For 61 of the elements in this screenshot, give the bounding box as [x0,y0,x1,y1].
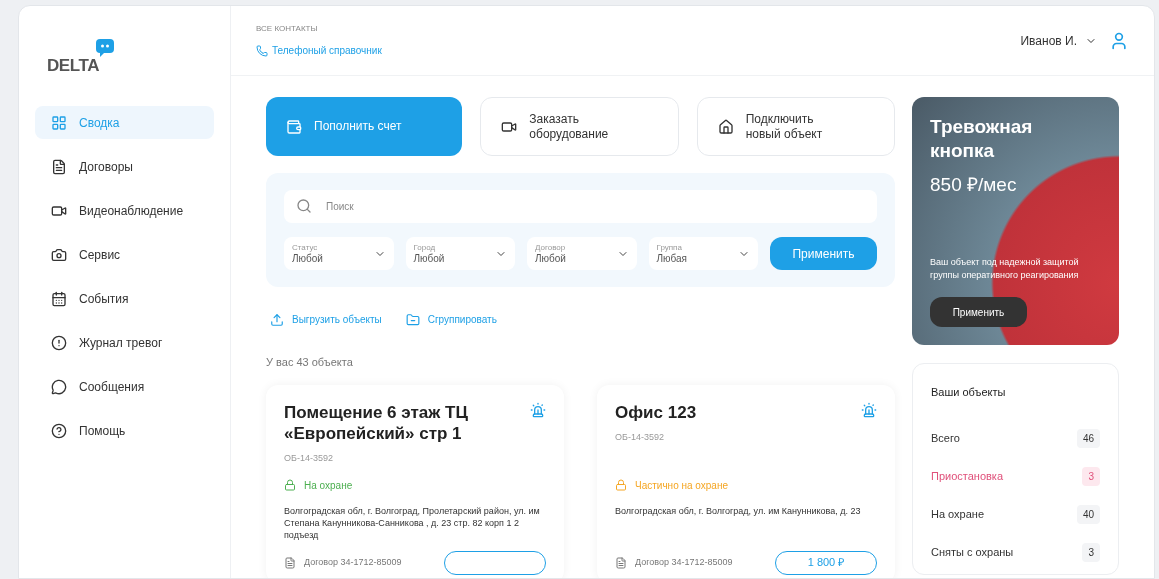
action-card[interactable]: Подключить новый объект [696,97,895,156]
object-title: Офис 123 [615,401,698,423]
document-icon [51,158,67,175]
alert-icon [51,334,67,351]
sidebar-item[interactable]: Сообщения [35,370,214,403]
promo-title: Тревожная кнопка [930,115,1034,163]
promo-price: 850 ₽/мес [930,172,1018,197]
help-icon [51,422,67,439]
chat-bubble-icon [95,38,115,58]
grid-icon [51,114,67,131]
lock-icon [284,479,296,491]
contacts-label: ВСЕ КОНТАКТЫ [256,23,319,35]
search-field[interactable]: Поиск [284,190,877,223]
document-icon [284,556,296,569]
sidebar-item[interactable]: Договоры [35,150,214,183]
camera-icon [51,246,67,263]
document-icon [615,556,627,569]
chat-icon [51,378,67,395]
sidebar-item[interactable]: Сервис [35,238,214,271]
phone-icon [256,44,268,57]
filter-select[interactable]: Группа Любая [648,237,758,270]
filter-select[interactable]: Статус Любой [284,237,394,270]
sidebar-item[interactable]: Журнал тревог [35,326,214,359]
lock-icon [615,479,627,491]
folder-icon [405,312,420,327]
object-status: На охране [284,465,546,493]
contract-label: Договор 34-1712-85009 [615,555,733,570]
sidebar-item[interactable]: Помощь [35,414,214,447]
stat-count: 3 [1082,466,1100,486]
wallet-icon [286,118,302,135]
object-address: Волгоградская обл, г. Волгоград, Пролетарский район, ул. им Степана Канунникова-Санникова , д. 23 стр. 82 корп 1 2 подъезд [284,504,541,543]
action-card[interactable]: Заказать оборудование [480,97,679,156]
promo-button[interactable]: Применить [930,297,1027,327]
object-code: ОБ-14-3592 [284,452,334,465]
house-icon [717,118,734,135]
search-icon [296,198,312,214]
sidebar-item[interactable]: События [35,282,214,315]
user-icon[interactable] [1109,30,1129,51]
calendar-icon [51,290,67,307]
filter-select[interactable]: Договор Любой [527,237,637,270]
objects-count: У вас 43 объекта [266,355,354,370]
object-code: ОБ-14-3592 [615,430,665,444]
siren-icon [861,401,877,418]
object-status: Частично на охране [615,465,877,493]
siren-icon [530,401,546,418]
filter-select[interactable]: Город Любой [405,237,515,270]
object-title: Помещение 6 этаж ТЦ «Европейский» стр 1 [284,401,469,444]
user-menu[interactable]: Иванов И. [1020,31,1097,50]
stats-title: Ваши объекты [931,385,1007,400]
sidebar-item[interactable]: Видеонаблюдение [35,194,214,227]
stat-count: 40 [1076,504,1100,524]
stat-label: Сняты с охраны [931,544,1014,560]
object-address: Волгоградская обл, г. Волгоград, ул. им Канунникова, д. 23 [615,504,862,518]
stat-label: Всего [931,430,960,446]
stat-label: Приостановка [931,468,1004,484]
logo: DELTA [47,54,99,77]
stat-count: 3 [1082,542,1100,562]
contract-label: Договор 34-1712-85009 [284,555,402,570]
stat-count: 46 [1076,428,1100,448]
upload-icon [270,312,284,327]
stat-label: На охране [931,506,985,522]
